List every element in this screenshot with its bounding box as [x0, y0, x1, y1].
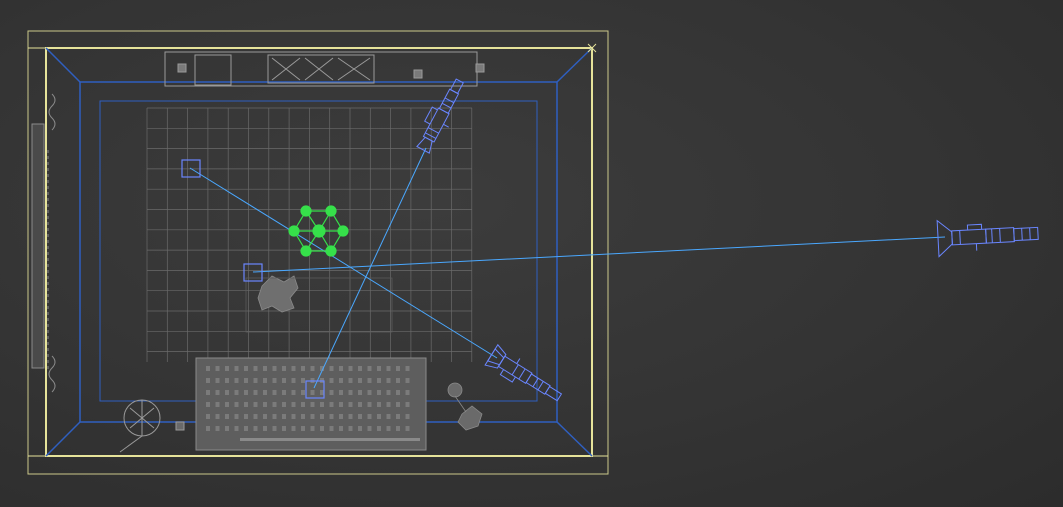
camera-target-b[interactable] — [243, 263, 263, 282]
side-curtain[interactable] — [31, 93, 56, 393]
bookshelf-top[interactable] — [164, 51, 485, 87]
floor-grid — [146, 107, 473, 362]
camera-far-right[interactable] — [936, 215, 1039, 258]
camera-lines — [189, 147, 946, 389]
camera-bottom-right[interactable] — [484, 343, 566, 408]
plant-corner[interactable] — [447, 382, 483, 431]
lamp-corner[interactable] — [119, 399, 185, 453]
camera-top-right[interactable] — [413, 75, 471, 155]
light-array[interactable] — [288, 205, 349, 257]
rug-bottom[interactable] — [195, 357, 427, 451]
scene-canvas[interactable] — [0, 0, 1063, 507]
viewport-top-wireframe[interactable] — [0, 0, 1063, 507]
